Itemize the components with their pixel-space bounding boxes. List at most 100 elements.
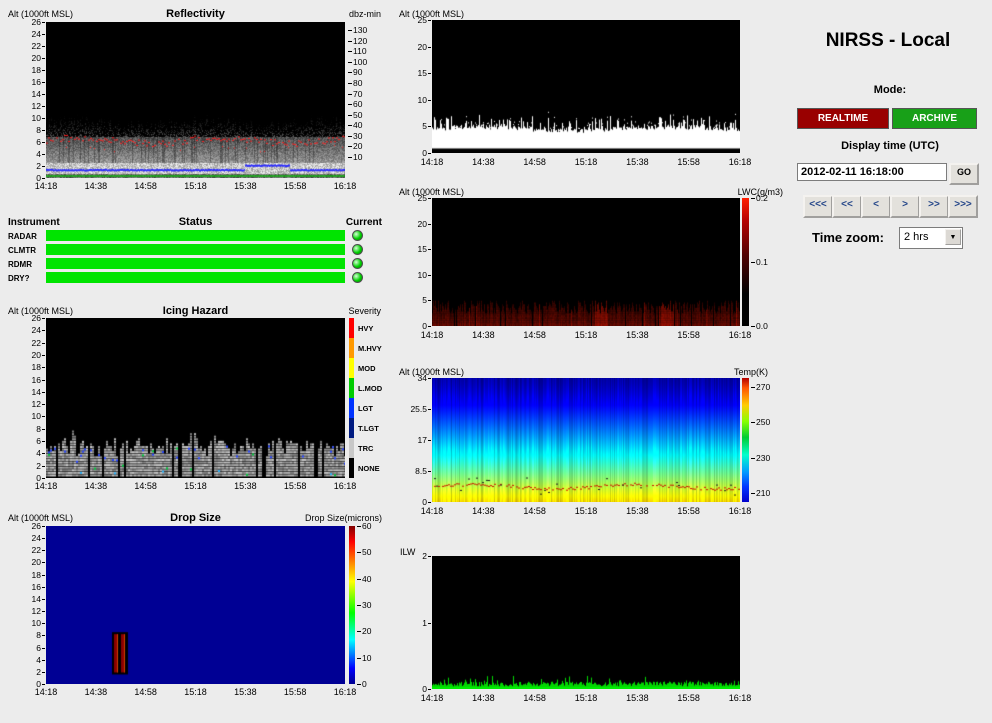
x-axis-time-label: 15:38 [234, 687, 257, 697]
y-tick-label: 26 [19, 313, 45, 323]
y-tick-label: 25.5 [405, 404, 431, 414]
x-axis-time-label: 14:18 [34, 181, 58, 191]
y-tick-label: 20 [405, 219, 431, 229]
mode-label: Mode: [873, 84, 907, 96]
temperature-plot [432, 378, 740, 502]
y-tick-label: 20 [19, 350, 45, 360]
x-axis-time-label: 16:18 [728, 330, 752, 340]
x-axis-time-label: 16:18 [333, 181, 357, 191]
x-axis-time-label: 15:38 [626, 330, 649, 340]
x-axis-time-label: 16:18 [728, 157, 752, 167]
y-tick-label: 22 [19, 41, 45, 51]
icing-scale-label: Severity [348, 306, 381, 316]
x-axis-time-label: 14:38 [84, 181, 108, 191]
scale-tick-label: 20 [357, 626, 371, 636]
archive-button[interactable]: ARCHIVE [892, 108, 977, 129]
y-tick-label: 8.5 [405, 466, 431, 476]
x-axis-time-label: 14:18 [34, 687, 58, 697]
x-axis-time-label: 15:58 [283, 181, 307, 191]
nav-rewind-full-button[interactable]: <<< [803, 195, 833, 218]
x-axis-time-label: 14:38 [472, 693, 495, 703]
dropsize-plot [46, 526, 345, 684]
y-tick-label: 24 [19, 29, 45, 39]
temp-scale-label: Temp(K) [733, 367, 768, 377]
chevron-down-icon[interactable]: ▼ [945, 229, 961, 245]
y-tick-label: 22 [19, 338, 45, 348]
instrument-label: RADAR [8, 232, 37, 241]
x-axis-time-label: 14:58 [134, 481, 157, 491]
x-axis-time-label: 15:58 [677, 330, 700, 340]
x-axis-time-label: 14:18 [420, 506, 444, 516]
x-axis-time-label: 16:18 [728, 506, 752, 516]
instrument-current-led [352, 244, 363, 255]
scale-tick-label: 100 [348, 57, 367, 67]
y-tick-label: 10 [405, 95, 431, 105]
scale-tick-label: 70 [348, 89, 362, 99]
y-tick-label: 14 [19, 89, 45, 99]
y-tick-label: 8 [19, 125, 45, 135]
x-axis-time-label: 15:18 [184, 687, 207, 697]
scale-tick-label: 20 [348, 141, 362, 151]
realtime-button[interactable]: REALTIME [797, 108, 889, 129]
scale-tick-label: 130 [348, 25, 367, 35]
instrument-status-bar [46, 230, 345, 241]
severity-level-label: HVY [358, 324, 374, 333]
display-time-input[interactable] [797, 163, 947, 181]
severity-color-swatch [349, 358, 354, 378]
y-tick-label: 4 [19, 655, 45, 665]
x-axis-time-label: 14:38 [472, 330, 495, 340]
x-axis-time-label: 16:18 [728, 693, 752, 703]
y-tick-label: 18 [19, 570, 45, 580]
y-tick-label: 6 [19, 643, 45, 653]
y-tick-label: 4 [19, 149, 45, 159]
nav-step-back-button[interactable]: < [861, 195, 891, 218]
time-zoom-select[interactable]: 2 hrs ▼ [899, 227, 963, 249]
nirss-local-page: Alt (1000ft MSL) Reflectivity dbz-min In… [0, 0, 992, 723]
severity-level-label: MOD [358, 364, 376, 373]
x-axis-time-label: 14:18 [420, 157, 444, 167]
reflectivity-scale-label: dbz-min [348, 9, 381, 19]
temperature-colorbar [742, 378, 749, 502]
nav-forward-button[interactable]: >> [919, 195, 949, 218]
x-axis-time-label: 14:38 [84, 481, 108, 491]
nav-step-forward-button[interactable]: > [890, 195, 920, 218]
x-axis-time-label: 15:58 [283, 481, 307, 491]
scale-tick-label: 40 [348, 120, 362, 130]
severity-level-label: T.LGT [358, 424, 379, 433]
instrument-current-led [352, 230, 363, 241]
x-axis-time-label: 15:18 [184, 481, 207, 491]
instrument-label: RDMR [8, 260, 32, 269]
nav-rewind-button[interactable]: << [832, 195, 862, 218]
y-tick-label: 16 [19, 77, 45, 87]
y-tick-label: 2 [405, 551, 431, 561]
y-tick-label: 24 [19, 325, 45, 335]
severity-level-label: L.MOD [358, 384, 383, 393]
cloud-plot [432, 20, 740, 153]
nav-forward-full-button[interactable]: >>> [948, 195, 978, 218]
severity-level-label: TRC [358, 444, 374, 453]
y-tick-label: 20 [19, 557, 45, 567]
dropsize-colorbar [349, 526, 355, 684]
display-time-label: Display time (UTC) [841, 140, 939, 152]
x-axis-time-label: 15:18 [574, 506, 598, 516]
y-tick-label: 4 [19, 448, 45, 458]
y-tick-label: 2 [19, 161, 45, 171]
go-button[interactable]: GO [949, 163, 979, 185]
scale-tick-label: 120 [348, 36, 367, 46]
instrument-label: DRY? [8, 274, 30, 283]
y-tick-label: 12 [19, 606, 45, 616]
scale-tick-label: 10 [357, 653, 371, 663]
reflectivity-plot [46, 22, 345, 178]
y-tick-label: 10 [19, 113, 45, 123]
x-axis-time-label: 15:18 [574, 693, 598, 703]
x-axis-time-label: 15:18 [574, 330, 598, 340]
y-tick-label: 8 [19, 424, 45, 434]
y-tick-label: 15 [405, 244, 431, 254]
instrument-status-bar [46, 258, 345, 269]
scale-tick-label: 80 [348, 78, 362, 88]
y-tick-label: 16 [19, 582, 45, 592]
y-tick-label: 15 [405, 68, 431, 78]
y-tick-label: 10 [19, 411, 45, 421]
severity-color-swatch [349, 398, 354, 418]
y-tick-label: 5 [405, 121, 431, 131]
